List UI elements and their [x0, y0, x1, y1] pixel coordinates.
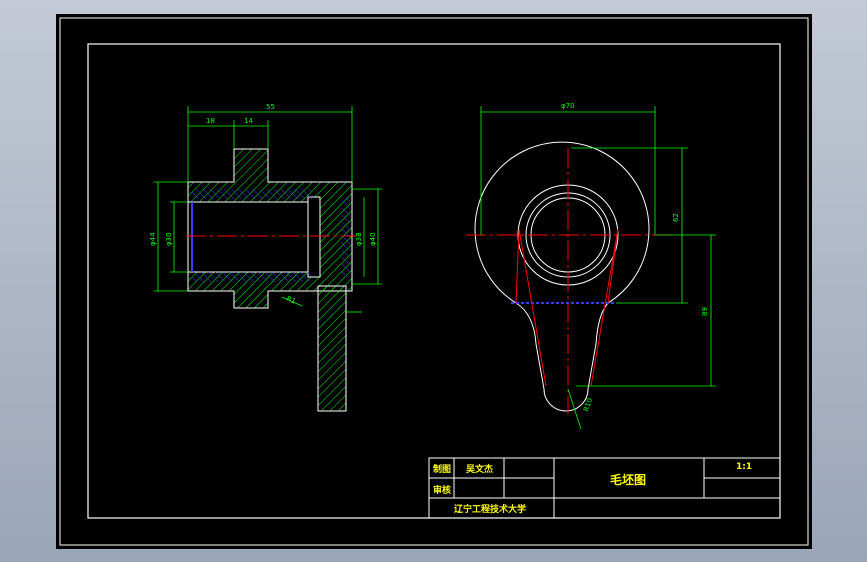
dim-left-inner: φ30: [165, 232, 173, 246]
dim-right-height: 62: [672, 213, 680, 222]
dim-right-inner: φ38: [355, 232, 363, 246]
section-view: [186, 148, 356, 412]
dim-total-width: 55: [266, 103, 275, 111]
dim-left-width: 18: [206, 117, 215, 125]
dim-circle-diameter: φ70: [561, 102, 575, 110]
dim-right-lower: 89: [701, 307, 709, 316]
dim-mid-width: 14: [244, 117, 253, 125]
drawing-title: 毛坯图: [610, 473, 647, 487]
lug-hatch: [317, 285, 347, 412]
bore-left: [187, 201, 309, 273]
school-name: 辽宁工程技术大学: [454, 505, 527, 515]
dim-bottom-radius: R10: [582, 397, 594, 413]
inner-layer-top: [192, 189, 312, 199]
inner-layer-bottom: [192, 272, 312, 282]
inner-layer-right: [342, 197, 350, 277]
taper-join-left: [515, 228, 520, 304]
front-dimension-text: φ70 62 89 R10: [561, 102, 709, 413]
drawing-scale: 1:1: [736, 462, 753, 472]
front-view: [466, 141, 676, 414]
front-outline: [474, 141, 650, 304]
drawing-sheet: 55 18 14 φ44 φ30 φ38 φ40 R1 φ70 62 89 R1…: [56, 14, 812, 549]
dim-small-note: R1: [285, 295, 297, 306]
taper-line-right: [590, 228, 619, 387]
title-drawn-by-name: 吴文杰: [466, 465, 494, 475]
taper-line-left: [518, 228, 547, 387]
front-dimensions: [480, 106, 716, 430]
front-lug: [515, 302, 609, 412]
dim-right-outer: φ40: [369, 232, 377, 246]
cad-viewport: 55 18 14 φ44 φ30 φ38 φ40 R1 φ70 62 89 R1…: [0, 0, 867, 562]
title-checked-by-label: 审核: [433, 486, 452, 496]
title-drawn-by-label: 制图: [433, 465, 452, 475]
dim-left-outer: φ44: [149, 232, 157, 246]
bore-right: [307, 196, 321, 278]
